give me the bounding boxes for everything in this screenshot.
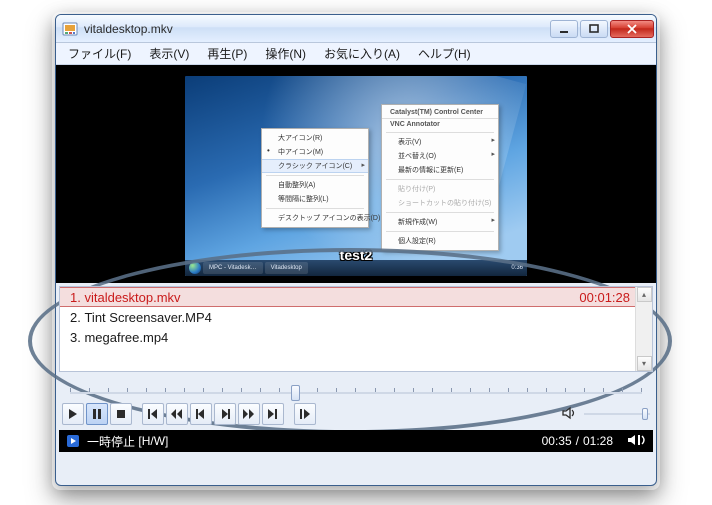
ctx-item: 新規作成(W) (382, 215, 498, 229)
context-menu-left: 大アイコン(R) 中アイコン(M) クラシック アイコン(C) 自動整列(A) … (261, 128, 369, 228)
menubar: ファイル(F) 表示(V) 再生(P) 操作(N) お気に入り(A) ヘルプ(H… (56, 43, 656, 65)
status-volume-icon[interactable] (627, 433, 647, 450)
minimize-button[interactable] (550, 20, 578, 38)
ctx-title: Catalyst(TM) Control Center (382, 107, 498, 119)
status-bar: 一時停止 [H/W] 00:35 / 01:28 (59, 430, 653, 452)
pause-button[interactable] (86, 403, 108, 425)
ctx-item: 最新の情報に更新(E) (382, 163, 498, 177)
playlist-index: 1. (70, 290, 81, 305)
scroll-down-icon[interactable]: ▾ (637, 356, 652, 371)
playlist-index: 2. (70, 310, 81, 325)
video-area[interactable]: 大アイコン(R) 中アイコン(M) クラシック アイコン(C) 自動整列(A) … (56, 65, 656, 283)
seek-thumb[interactable] (291, 385, 300, 401)
status-mode: [H/W] (138, 434, 168, 448)
volume-thumb[interactable] (642, 408, 648, 420)
menu-navigate[interactable]: 操作(N) (257, 43, 314, 64)
playlist-scrollbar[interactable]: ▴ ▾ (635, 287, 652, 371)
taskbar-button: MPC - Vitadesk… (203, 262, 263, 274)
ctx-item: 表示(V) (382, 135, 498, 149)
scroll-up-icon[interactable]: ▴ (637, 287, 652, 302)
stop-button[interactable] (110, 403, 132, 425)
window-title: vitaldesktop.mkv (84, 22, 548, 36)
ctx-item: デスクトップ アイコンの表示(D) (262, 211, 368, 225)
maximize-button[interactable] (580, 20, 608, 38)
taskbar-button: Vitadesktop (265, 262, 308, 274)
fast-forward-button[interactable] (238, 403, 260, 425)
playlist-item[interactable]: 2. Tint Screensaver.MP4 (60, 307, 652, 327)
playlist-name: vitaldesktop.mkv (84, 290, 180, 305)
menu-help[interactable]: ヘルプ(H) (410, 43, 479, 64)
mute-icon[interactable] (562, 406, 576, 423)
status-time-total: 01:28 (583, 434, 613, 448)
play-button[interactable] (62, 403, 84, 425)
seek-bar[interactable] (62, 376, 650, 398)
close-button[interactable] (610, 20, 654, 38)
skip-forward-button[interactable] (262, 403, 284, 425)
playlist-name: Tint Screensaver.MP4 (84, 310, 211, 325)
playlist-item[interactable]: 1. vitaldesktop.mkv 00:01:28 (60, 287, 652, 307)
skip-back-button[interactable] (142, 403, 164, 425)
status-time-current: 00:35 (542, 434, 572, 448)
ctx-item: 並べ替え(O) (382, 149, 498, 163)
ctx-item: 大アイコン(R) (262, 131, 368, 145)
ctx-item: ショートカットの貼り付け(S) (382, 196, 498, 210)
ctx-item: 等間隔に整列(L) (262, 192, 368, 206)
ctx-item: 自動整列(A) (262, 178, 368, 192)
step-forward-button[interactable] (214, 403, 236, 425)
ctx-title: VNC Annotator (382, 119, 498, 130)
status-separator: / (576, 434, 579, 448)
titlebar[interactable]: vitaldesktop.mkv (56, 15, 656, 43)
playlist-item[interactable]: 3. megafree.mp4 (60, 327, 652, 347)
video-frame: 大アイコン(R) 中アイコン(M) クラシック アイコン(C) 自動整列(A) … (185, 76, 527, 276)
frame-step-button[interactable] (294, 403, 316, 425)
app-icon (62, 21, 78, 37)
context-menu-right: Catalyst(TM) Control Center VNC Annotato… (381, 104, 499, 251)
ctx-item: 個人設定(R) (382, 234, 498, 248)
playlist-index: 3. (70, 330, 81, 345)
rewind-button[interactable] (166, 403, 188, 425)
menu-file[interactable]: ファイル(F) (60, 43, 139, 64)
status-play-icon (65, 433, 81, 449)
playlist-duration: 00:01:28 (579, 290, 630, 305)
menu-play[interactable]: 再生(P) (199, 43, 255, 64)
start-orb-icon (189, 262, 201, 274)
step-back-button[interactable] (190, 403, 212, 425)
ctx-item-highlighted: クラシック アイコン(C) (262, 159, 368, 173)
ctx-item: 中アイコン(M) (262, 145, 368, 159)
transport-controls (62, 402, 650, 426)
app-window: vitaldesktop.mkv ファイル(F) 表示(V) 再生(P) 操作(… (55, 14, 657, 486)
playlist: 1. vitaldesktop.mkv 00:01:28 2. Tint Scr… (59, 286, 653, 372)
ctx-item: 貼り付け(P) (382, 182, 498, 196)
subtitle-text: test2 (340, 247, 373, 263)
taskbar-clock: 0:36 (511, 265, 523, 271)
menu-favorites[interactable]: お気に入り(A) (316, 43, 408, 64)
status-state: 一時停止 (87, 433, 135, 450)
volume-slider[interactable] (584, 413, 650, 415)
menu-view[interactable]: 表示(V) (141, 43, 197, 64)
playlist-name: megafree.mp4 (84, 330, 168, 345)
